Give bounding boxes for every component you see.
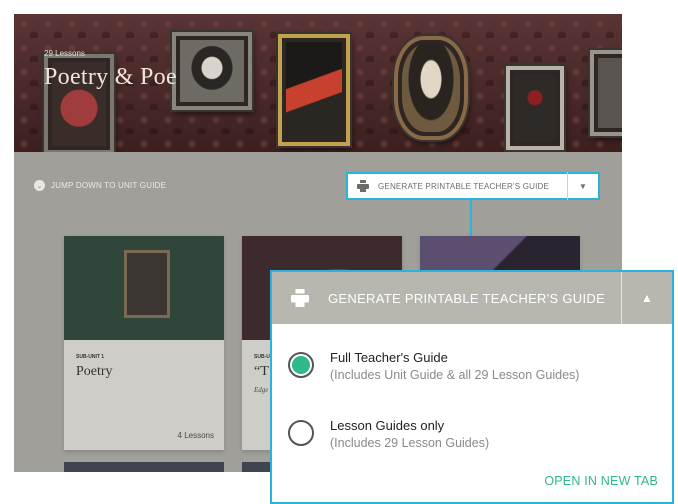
radio-full-guide[interactable]	[288, 352, 314, 378]
full-guide-option[interactable]: Full Teacher's Guide (Includes Unit Guid…	[288, 350, 579, 382]
poe-portrait	[172, 32, 252, 110]
jump-label: JUMP DOWN TO UNIT GUIDE	[51, 181, 167, 190]
lesson-count: 29 Lessons	[44, 49, 85, 58]
print-button-label: GENERATE PRINTABLE TEACHER'S GUIDE	[378, 181, 550, 191]
dropdown-header[interactable]: GENERATE PRINTABLE TEACHER'S GUIDE ▲	[272, 272, 672, 324]
unit-banner: 29 Lessons Poetry & Poe	[14, 14, 622, 154]
card-lesson-count: 4 Lessons	[177, 431, 214, 440]
option-title: Full Teacher's Guide	[330, 350, 448, 365]
print-guide-button[interactable]: GENERATE PRINTABLE TEACHER'S GUIDE ▼	[346, 172, 600, 200]
radio-lesson-guides[interactable]	[288, 420, 314, 446]
option-subtitle: (Includes Unit Guide & all 29 Lesson Gui…	[330, 368, 580, 382]
print-guide-dropdown: GENERATE PRINTABLE TEACHER'S GUIDE ▲ Ful…	[270, 270, 674, 504]
printer-icon	[272, 289, 328, 307]
subunit-card[interactable]: SUB-UNIT 1 Poetry 4 Lessons	[64, 236, 224, 450]
dropdown-header-label: GENERATE PRINTABLE TEACHER'S GUIDE	[328, 290, 606, 306]
option-title: Lesson Guides only	[330, 418, 445, 433]
card-row-bottom	[64, 462, 224, 472]
lesson-guides-option[interactable]: Lesson Guides only (Includes 29 Lesson G…	[288, 418, 489, 450]
card-tag: SUB-UNIT 1	[76, 354, 105, 360]
card-title: “T	[254, 364, 269, 379]
collapse-caret-icon[interactable]: ▲	[622, 291, 672, 305]
open-in-new-tab-link[interactable]: OPEN IN NEW TAB	[544, 474, 658, 488]
dropdown-caret-icon[interactable]: ▼	[568, 182, 598, 191]
card-title: Poetry	[76, 364, 113, 379]
option-subtitle: (Includes 29 Lesson Guides)	[330, 436, 490, 450]
jump-to-unit-guide-link[interactable]: ⌄ JUMP DOWN TO UNIT GUIDE	[34, 180, 166, 191]
rose-portrait	[506, 66, 564, 150]
ornate-portrait	[590, 50, 622, 136]
card-image	[64, 236, 224, 340]
mask-portrait	[278, 34, 350, 146]
card-subtitle: Edge	[254, 386, 269, 394]
lady-portrait	[394, 36, 468, 140]
chevron-down-icon: ⌄	[34, 180, 45, 191]
printer-icon	[348, 180, 378, 192]
card-tag: SUB-U	[254, 354, 270, 360]
page-title: Poetry & Poe	[44, 64, 177, 90]
